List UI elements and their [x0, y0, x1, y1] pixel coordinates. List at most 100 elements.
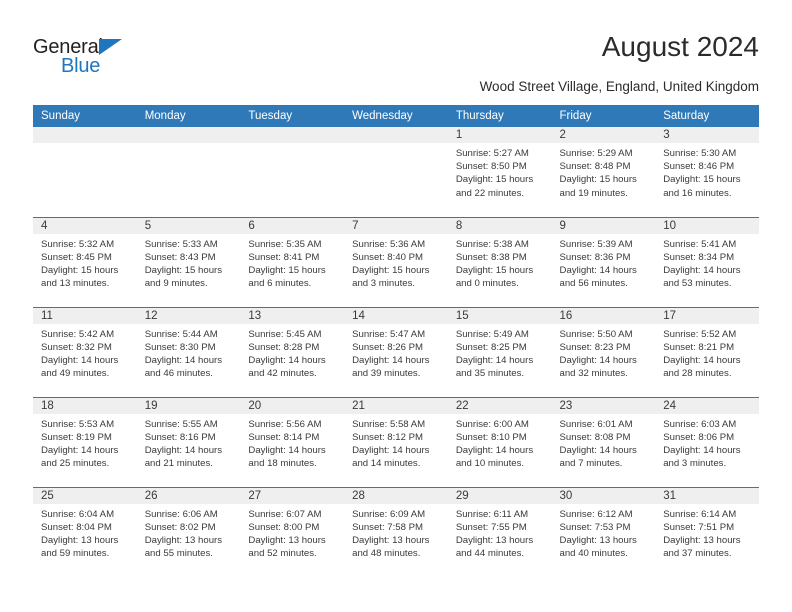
day-cell[interactable]: 25 Sunrise: 6:04 AM Sunset: 8:04 PM Dayl… — [33, 486, 137, 577]
day-info — [344, 143, 448, 147]
sunrise-text: Sunrise: 5:44 AM — [144, 328, 218, 340]
day-number: 9 — [551, 217, 656, 234]
day-cell[interactable]: 31 Sunrise: 6:14 AM Sunset: 7:51 PM Dayl… — [655, 486, 759, 577]
weekday-header-monday: Monday — [136, 105, 241, 127]
day-cell[interactable]: 1 Sunrise: 5:27 AM Sunset: 8:50 PM Dayli… — [447, 127, 552, 217]
day-cell[interactable]: 21 Sunrise: 5:58 AM Sunset: 8:12 PM Dayl… — [344, 396, 448, 487]
sunset-text: Sunset: 7:55 PM — [455, 521, 527, 533]
day-cell[interactable]: 2 Sunrise: 5:29 AM Sunset: 8:48 PM Dayli… — [551, 127, 656, 217]
day-number — [33, 127, 137, 143]
daylight-text-line1: Daylight: 14 hours — [352, 444, 430, 456]
day-number: 30 — [551, 487, 656, 504]
day-number: 11 — [33, 307, 137, 324]
day-cell[interactable]: 9 Sunrise: 5:39 AM Sunset: 8:36 PM Dayli… — [551, 216, 656, 307]
daylight-text-line2: and 3 minutes. — [352, 278, 416, 290]
day-info: Sunrise: 5:52 AM Sunset: 8:21 PM Dayligh… — [655, 324, 759, 381]
sunset-text: Sunset: 8:43 PM — [144, 251, 216, 263]
calendar-table: Sunday Monday Tuesday Wednesday Thursday… — [33, 105, 759, 577]
sunset-text: Sunset: 8:12 PM — [352, 431, 424, 443]
sunset-text: Sunset: 8:16 PM — [144, 431, 216, 443]
day-cell[interactable]: 10 Sunrise: 5:41 AM Sunset: 8:34 PM Dayl… — [655, 216, 759, 307]
day-info: Sunrise: 5:35 AM Sunset: 8:41 PM Dayligh… — [240, 234, 344, 291]
sunrise-text: Sunrise: 6:01 AM — [559, 418, 633, 430]
day-cell[interactable]: 7 Sunrise: 5:36 AM Sunset: 8:40 PM Dayli… — [344, 216, 448, 307]
day-cell[interactable]: 11 Sunrise: 5:42 AM Sunset: 8:32 PM Dayl… — [33, 306, 137, 397]
daylight-text-line2: and 13 minutes. — [41, 278, 110, 290]
daylight-text-line2: and 3 minutes. — [663, 458, 727, 470]
day-cell[interactable]: 13 Sunrise: 5:45 AM Sunset: 8:28 PM Dayl… — [240, 306, 345, 397]
daylight-text-line1: Daylight: 14 hours — [144, 444, 223, 456]
daylight-text-line2: and 14 minutes. — [352, 458, 421, 470]
sunset-text: Sunset: 8:00 PM — [248, 521, 320, 533]
day-cell[interactable] — [136, 127, 241, 217]
day-cell[interactable] — [240, 127, 345, 217]
sunrise-text: Sunrise: 5:42 AM — [41, 328, 115, 340]
daylight-text-line1: Daylight: 13 hours — [663, 534, 741, 546]
day-number: 7 — [344, 217, 448, 234]
calendar-week-row: 18 Sunrise: 5:53 AM Sunset: 8:19 PM Dayl… — [33, 396, 759, 487]
sunrise-text: Sunrise: 5:30 AM — [663, 148, 737, 159]
calendar-week-row: 1 Sunrise: 5:27 AM Sunset: 8:50 PM Dayli… — [33, 127, 759, 217]
day-number: 10 — [655, 217, 759, 234]
day-number: 25 — [33, 487, 137, 504]
day-cell[interactable]: 24 Sunrise: 6:03 AM Sunset: 8:06 PM Dayl… — [655, 396, 759, 487]
day-cell[interactable]: 3 Sunrise: 5:30 AM Sunset: 8:46 PM Dayli… — [655, 127, 759, 217]
daylight-text-line1: Daylight: 13 hours — [559, 534, 637, 546]
daylight-text-line1: Daylight: 15 hours — [144, 264, 223, 276]
calendar-week-row: 4 Sunrise: 5:32 AM Sunset: 8:45 PM Dayli… — [33, 216, 759, 307]
daylight-text-line2: and 48 minutes. — [352, 548, 421, 560]
day-number: 22 — [447, 397, 552, 414]
day-cell[interactable]: 28 Sunrise: 6:09 AM Sunset: 7:58 PM Dayl… — [344, 486, 448, 577]
sunset-text: Sunset: 8:30 PM — [144, 341, 216, 353]
day-number: 13 — [240, 307, 345, 324]
day-cell[interactable]: 5 Sunrise: 5:33 AM Sunset: 8:43 PM Dayli… — [136, 216, 241, 307]
day-info: Sunrise: 5:41 AM Sunset: 8:34 PM Dayligh… — [655, 234, 759, 291]
day-cell[interactable]: 18 Sunrise: 5:53 AM Sunset: 8:19 PM Dayl… — [33, 396, 137, 487]
sunrise-text: Sunrise: 5:27 AM — [455, 148, 529, 159]
sunrise-text: Sunrise: 6:14 AM — [663, 508, 737, 520]
day-cell[interactable]: 26 Sunrise: 6:06 AM Sunset: 8:02 PM Dayl… — [136, 486, 241, 577]
sunset-text: Sunset: 8:38 PM — [455, 251, 527, 263]
sunset-text: Sunset: 8:10 PM — [455, 431, 527, 443]
day-cell[interactable]: 17 Sunrise: 5:52 AM Sunset: 8:21 PM Dayl… — [655, 306, 759, 397]
day-info: Sunrise: 5:38 AM Sunset: 8:38 PM Dayligh… — [448, 234, 552, 291]
day-cell[interactable] — [344, 127, 448, 217]
sunrise-text: Sunrise: 5:49 AM — [455, 328, 529, 340]
day-cell[interactable]: 22 Sunrise: 6:00 AM Sunset: 8:10 PM Dayl… — [447, 396, 552, 487]
day-cell[interactable] — [33, 127, 137, 217]
day-cell[interactable]: 20 Sunrise: 5:56 AM Sunset: 8:14 PM Dayl… — [240, 396, 345, 487]
day-cell[interactable]: 27 Sunrise: 6:07 AM Sunset: 8:00 PM Dayl… — [240, 486, 345, 577]
day-cell[interactable]: 23 Sunrise: 6:01 AM Sunset: 8:08 PM Dayl… — [551, 396, 656, 487]
daylight-text-line1: Daylight: 14 hours — [559, 264, 637, 276]
day-cell[interactable]: 12 Sunrise: 5:44 AM Sunset: 8:30 PM Dayl… — [136, 306, 241, 397]
daylight-text-line1: Daylight: 14 hours — [663, 264, 741, 276]
day-cell[interactable]: 19 Sunrise: 5:55 AM Sunset: 8:16 PM Dayl… — [136, 396, 241, 487]
sunset-text: Sunset: 7:51 PM — [663, 521, 735, 533]
daylight-text-line1: Daylight: 14 hours — [41, 444, 119, 456]
day-cell[interactable]: 8 Sunrise: 5:38 AM Sunset: 8:38 PM Dayli… — [447, 216, 552, 307]
day-info: Sunrise: 6:06 AM Sunset: 8:02 PM Dayligh… — [137, 504, 241, 561]
day-info: Sunrise: 6:12 AM Sunset: 7:53 PM Dayligh… — [552, 504, 656, 561]
sunset-text: Sunset: 8:04 PM — [41, 521, 112, 533]
day-cell[interactable]: 30 Sunrise: 6:12 AM Sunset: 7:53 PM Dayl… — [551, 486, 656, 577]
day-number: 29 — [447, 487, 552, 504]
day-number: 18 — [33, 397, 137, 414]
day-cell[interactable]: 16 Sunrise: 5:50 AM Sunset: 8:23 PM Dayl… — [551, 306, 656, 397]
day-info: Sunrise: 5:44 AM Sunset: 8:30 PM Dayligh… — [137, 324, 241, 381]
day-number: 26 — [136, 487, 241, 504]
sunrise-text: Sunrise: 6:00 AM — [455, 418, 529, 430]
daylight-text-line2: and 37 minutes. — [663, 548, 732, 560]
calendar-week-row: 25 Sunrise: 6:04 AM Sunset: 8:04 PM Dayl… — [33, 486, 759, 577]
day-cell[interactable]: 29 Sunrise: 6:11 AM Sunset: 7:55 PM Dayl… — [447, 486, 552, 577]
sunrise-text: Sunrise: 5:39 AM — [559, 238, 633, 250]
day-cell[interactable]: 4 Sunrise: 5:32 AM Sunset: 8:45 PM Dayli… — [33, 216, 137, 307]
sunset-text: Sunset: 8:06 PM — [663, 431, 735, 443]
day-cell[interactable]: 6 Sunrise: 5:35 AM Sunset: 8:41 PM Dayli… — [240, 216, 345, 307]
day-cell[interactable]: 15 Sunrise: 5:49 AM Sunset: 8:25 PM Dayl… — [447, 306, 552, 397]
day-cell[interactable]: 14 Sunrise: 5:47 AM Sunset: 8:26 PM Dayl… — [344, 306, 448, 397]
day-number: 20 — [240, 397, 345, 414]
daylight-text-line2: and 52 minutes. — [248, 548, 317, 560]
sunrise-text: Sunrise: 6:04 AM — [41, 508, 115, 520]
sunset-text: Sunset: 8:14 PM — [248, 431, 320, 443]
day-info: Sunrise: 6:04 AM Sunset: 8:04 PM Dayligh… — [33, 504, 137, 561]
